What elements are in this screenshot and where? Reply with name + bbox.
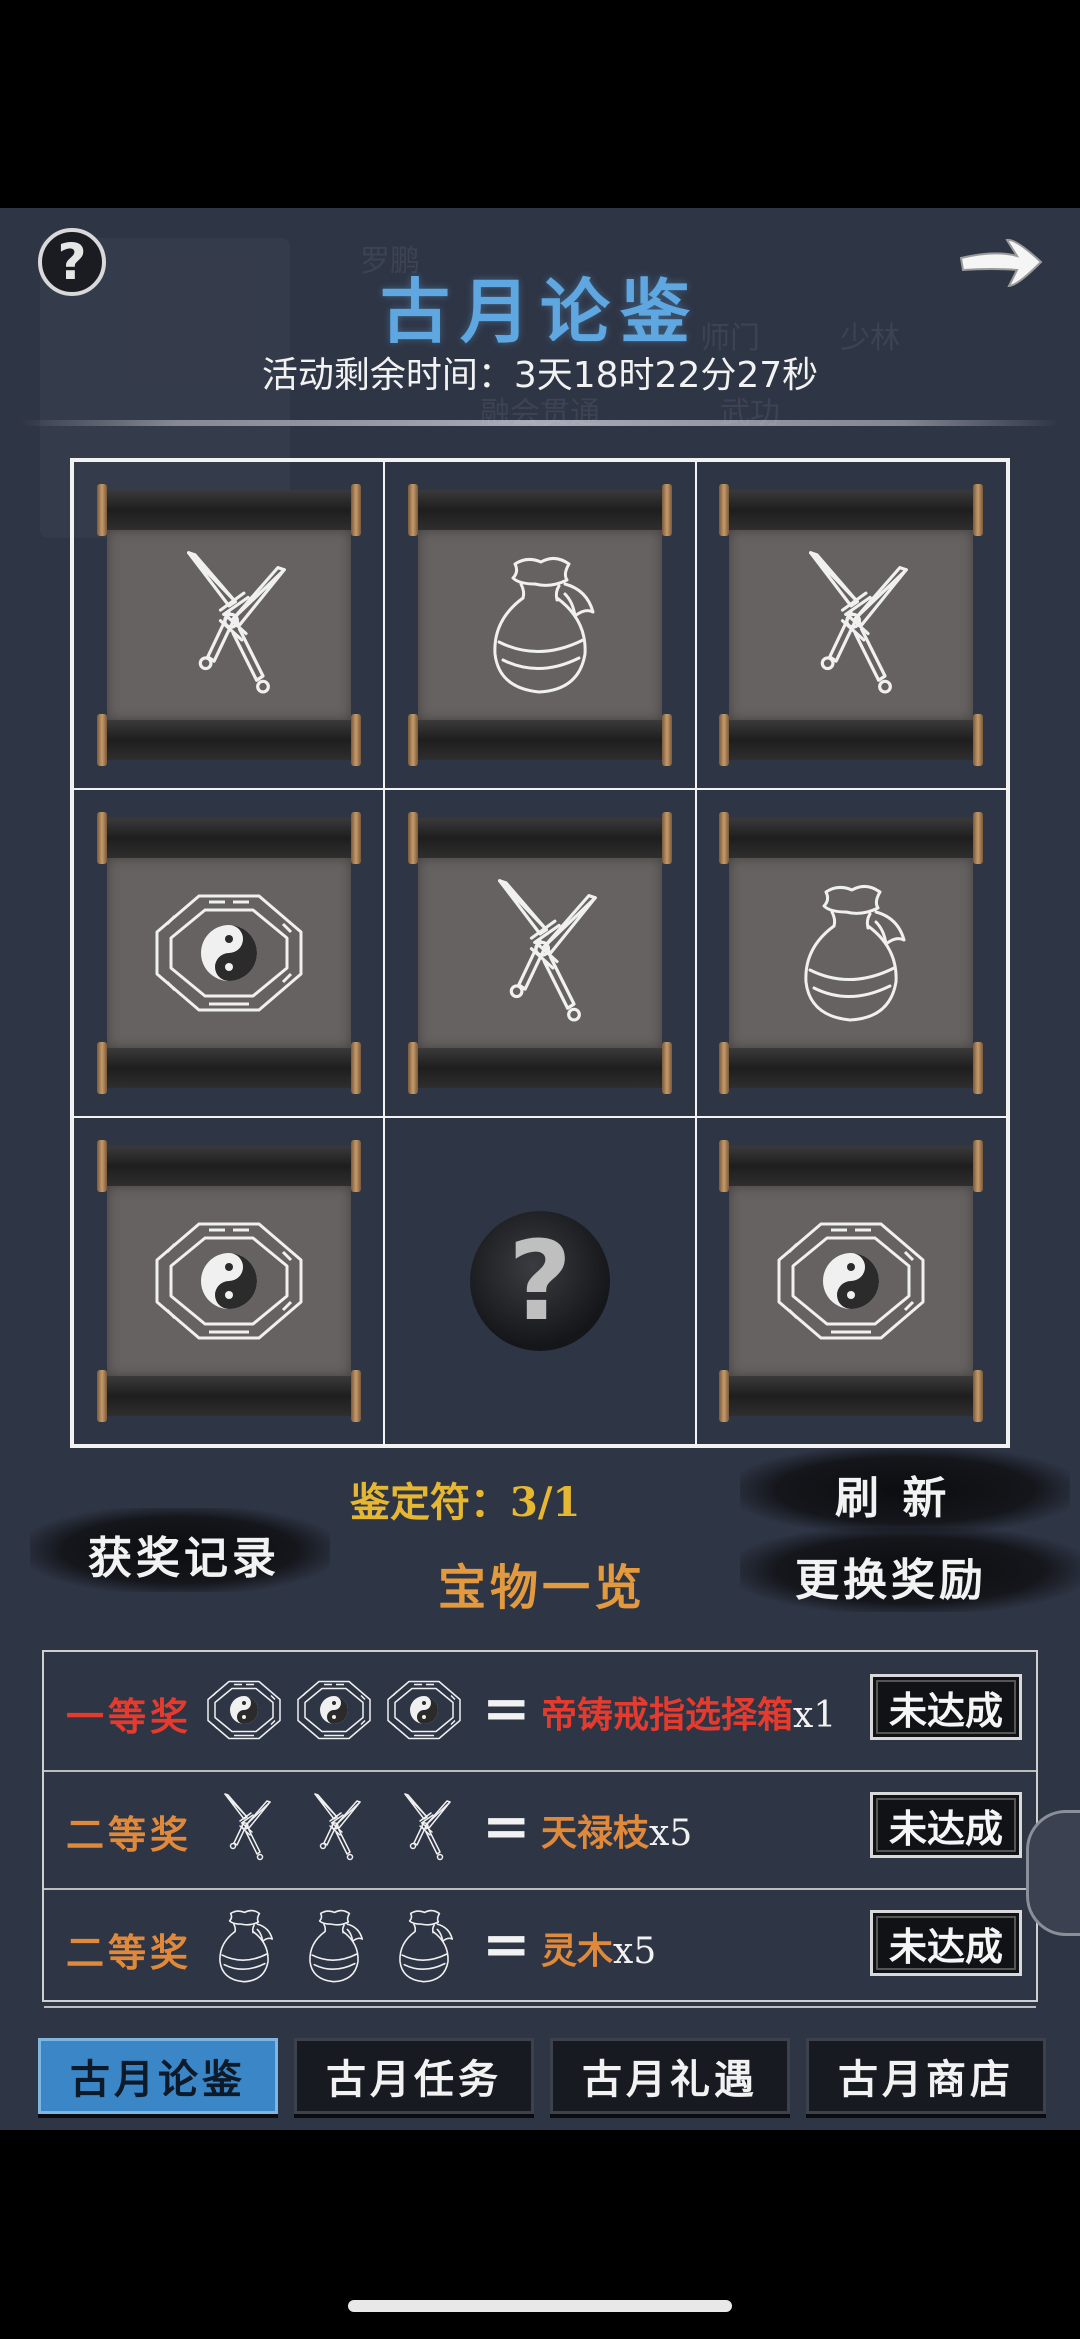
prize: 灵木x5 <box>541 1922 656 1974</box>
home-indicator[interactable] <box>348 2300 732 2312</box>
tab-gifts[interactable]: 古月礼遇 <box>550 2038 790 2114</box>
pouch-icon <box>294 1906 374 1986</box>
bagua-icon <box>294 1670 374 1750</box>
equals-sign: = <box>482 1910 531 1978</box>
grid-cell[interactable] <box>73 789 385 1117</box>
scroll-card <box>96 484 361 766</box>
tab-appraisal[interactable]: 古月论鉴 <box>38 2038 278 2114</box>
crossed-swords-icon <box>294 1788 374 1868</box>
reward-tier: 二等奖 <box>66 1812 193 1857</box>
grid-cell[interactable] <box>73 1117 385 1445</box>
change-reward-button[interactable]: 更换奖励 <box>795 1544 987 1608</box>
required-combo <box>204 1670 504 1750</box>
crossed-swords-icon <box>164 540 294 710</box>
reward-tier: 二等奖 <box>66 1930 193 1975</box>
bagua-icon <box>149 1216 309 1346</box>
prize: 天禄枝x5 <box>541 1804 692 1856</box>
game-screen: 罗鹏 师门 少林 武功 融会贯通 ? 古月论鉴 活动剩余时间：3天18时22分2… <box>0 208 1080 2130</box>
tab-tasks[interactable]: 古月任务 <box>294 2038 534 2114</box>
prize-quantity: x1 <box>793 1695 837 1736</box>
pouch-icon <box>475 545 605 705</box>
prize-name: 天禄枝 <box>541 1812 650 1854</box>
bagua-icon <box>384 1670 464 1750</box>
ticket-count: 鉴定符：3/1 <box>350 1479 581 1526</box>
crossed-swords-icon <box>384 1788 464 1868</box>
question-mark-icon: ? <box>469 1211 610 1351</box>
bottom-tab-bar: 古月论鉴 古月任务 古月礼遇 古月商店 <box>38 2038 1048 2120</box>
claim-status-button[interactable]: 未达成 <box>870 1674 1022 1740</box>
pouch-icon <box>204 1906 284 1986</box>
event-timer: 活动剩余时间：3天18时22分27秒 <box>261 355 819 396</box>
prize-name: 帝铸戒指选择箱 <box>541 1694 794 1736</box>
prize: 帝铸戒指选择箱x1 <box>541 1686 836 1738</box>
reward-row: 二等奖 = 天禄枝x5 未达成 <box>44 1770 1036 1890</box>
prize-quantity: x5 <box>649 1813 693 1854</box>
equals-sign: = <box>482 1792 531 1860</box>
crossed-swords-icon <box>786 540 916 710</box>
bagua-icon <box>149 888 309 1018</box>
refresh-button[interactable]: 刷 新 <box>835 1462 950 1526</box>
prize-quantity: x5 <box>613 1931 657 1972</box>
grid-cell[interactable] <box>384 461 696 789</box>
scroll-card <box>407 812 672 1094</box>
reward-row: 二等奖 = 灵木x5 未达成 <box>44 1888 1036 2008</box>
appraisal-grid: ? <box>70 458 1010 1448</box>
claim-status-button[interactable]: 未达成 <box>870 1910 1022 1976</box>
scroll-card <box>719 484 984 766</box>
required-combo <box>204 1906 504 1986</box>
grid-cell[interactable] <box>384 789 696 1117</box>
bagua-icon <box>204 1670 284 1750</box>
grid-cell[interactable] <box>695 1117 1007 1445</box>
side-drawer-handle[interactable] <box>1026 1810 1080 1936</box>
treasure-list-button[interactable]: 宝物一览 <box>438 1548 646 1618</box>
grid-cell[interactable] <box>695 789 1007 1117</box>
divider <box>20 420 1060 426</box>
prize-name: 灵木 <box>541 1930 614 1972</box>
reward-tier: 一等奖 <box>66 1694 193 1739</box>
reward-row: 一等奖 = 帝铸戒指选择箱x1 未达成 <box>44 1652 1036 1772</box>
scroll-card <box>719 1140 984 1422</box>
grid-cell-hidden[interactable]: ? <box>384 1117 696 1445</box>
crossed-swords-icon <box>204 1788 284 1868</box>
grid-cell[interactable] <box>695 461 1007 789</box>
required-combo <box>204 1788 504 1868</box>
bagua-icon <box>771 1216 931 1346</box>
records-button[interactable]: 获奖记录 <box>88 1522 280 1586</box>
scroll-card <box>407 484 672 766</box>
scroll-card <box>96 812 361 1094</box>
equals-sign: = <box>482 1674 531 1742</box>
tab-shop[interactable]: 古月商店 <box>806 2038 1046 2114</box>
pouch-icon <box>384 1906 464 1986</box>
grid-cell[interactable] <box>73 461 385 789</box>
claim-status-button[interactable]: 未达成 <box>870 1792 1022 1858</box>
reward-table: 一等奖 = 帝铸戒指选择箱x1 未达成 二等奖 = 天禄枝x5 未达成 二等奖 <box>42 1650 1038 2008</box>
pouch-icon <box>786 873 916 1033</box>
page-title: 古月论鉴 <box>380 270 700 353</box>
scroll-card <box>719 812 984 1094</box>
scroll-card <box>96 1140 361 1422</box>
crossed-swords-icon <box>475 868 605 1038</box>
